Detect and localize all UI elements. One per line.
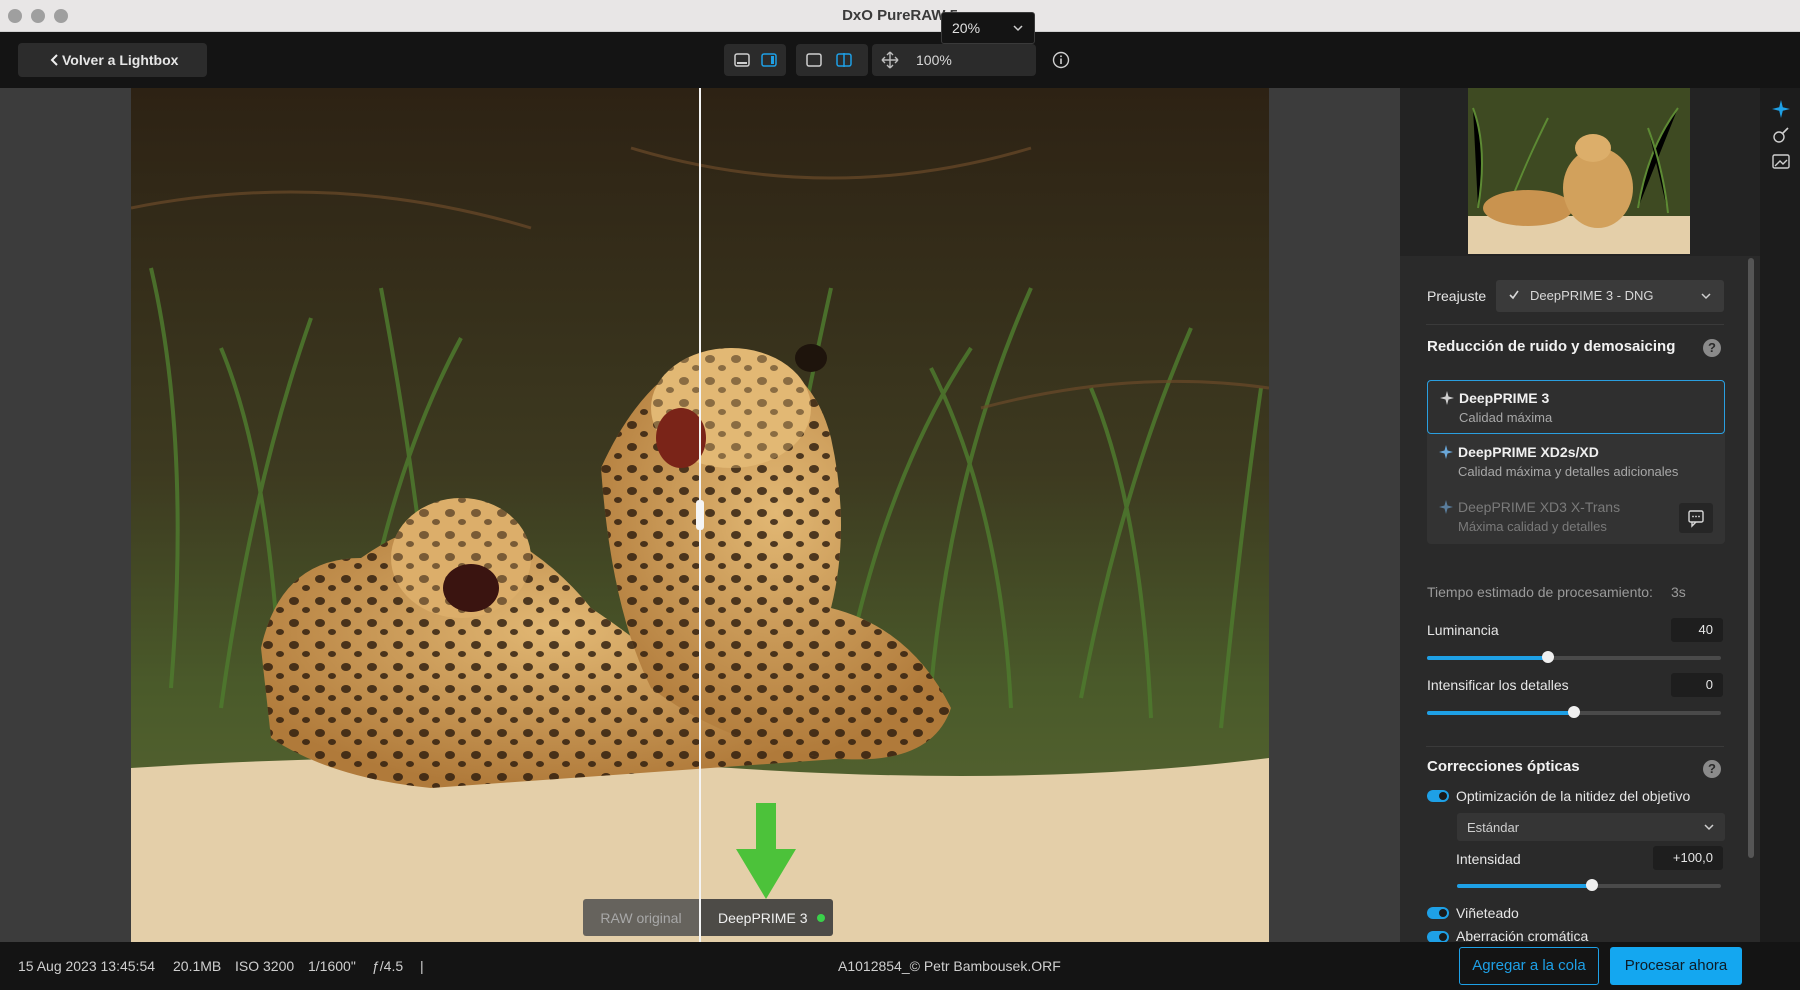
toolbar: Volver a Lightbox 100% bbox=[0, 32, 1800, 88]
intensity-label: Intensidad bbox=[1456, 851, 1521, 867]
deepprime-tag: DeepPRIME 3 bbox=[701, 899, 833, 936]
option-name: DeepPRIME 3 bbox=[1459, 390, 1550, 406]
status-separator: | bbox=[420, 958, 424, 974]
slider-fill bbox=[1427, 711, 1574, 715]
message-icon bbox=[1688, 510, 1704, 528]
preset-select[interactable]: DeepPRIME 3 - DNG bbox=[1496, 280, 1724, 312]
chromatic-toggle[interactable] bbox=[1427, 931, 1449, 942]
chevron-down-icon bbox=[1013, 25, 1023, 32]
lens-correction-icon[interactable] bbox=[1770, 124, 1792, 146]
sharpness-label: Optimización de la nitidez del objetivo bbox=[1456, 788, 1691, 804]
time-value: 3s bbox=[1671, 584, 1686, 600]
file-name: A1012854_© Petr Bambousek.ORF bbox=[838, 958, 1061, 974]
divider bbox=[1426, 324, 1724, 325]
zoom-100-button[interactable]: 100% bbox=[916, 52, 952, 68]
back-label: Volver a Lightbox bbox=[62, 52, 179, 68]
chromatic-label: Aberración cromática bbox=[1456, 928, 1589, 942]
divider bbox=[1426, 746, 1724, 747]
side-panel-icon[interactable] bbox=[759, 50, 779, 70]
chevron-down-icon bbox=[1704, 824, 1714, 831]
sparkle-icon bbox=[1439, 500, 1453, 514]
feedback-button[interactable] bbox=[1679, 503, 1713, 533]
compare-tags: RAW original DeepPRIME 3 bbox=[583, 899, 833, 936]
clip-region: Aberración cromática bbox=[1420, 928, 1746, 942]
aperture: ƒ/4.5 bbox=[372, 958, 404, 974]
details-input[interactable]: 0 bbox=[1671, 673, 1723, 697]
help-icon[interactable]: ? bbox=[1703, 339, 1721, 357]
optical-section-title: Correcciones ópticas bbox=[1427, 758, 1580, 775]
split-handle[interactable] bbox=[696, 500, 704, 530]
panel-scrollbar[interactable] bbox=[1748, 258, 1754, 858]
process-now-button[interactable]: Procesar ahora bbox=[1610, 947, 1742, 985]
luminance-slider[interactable] bbox=[1427, 651, 1721, 663]
preset-label: Preajuste bbox=[1427, 288, 1487, 304]
image-export-icon[interactable] bbox=[1770, 150, 1792, 172]
intensity-input[interactable]: +100,0 bbox=[1653, 846, 1723, 870]
move-icon[interactable] bbox=[880, 50, 900, 70]
raw-original-tag: RAW original bbox=[583, 899, 699, 936]
sharpness-mode-value: Estándar bbox=[1467, 820, 1520, 835]
zoom-value: 20% bbox=[952, 20, 981, 36]
zoom-select[interactable]: 20% bbox=[941, 12, 1035, 44]
details-slider[interactable] bbox=[1427, 706, 1721, 718]
slider-knob[interactable] bbox=[1568, 706, 1580, 718]
sparkle-icon bbox=[1439, 445, 1453, 459]
help-icon[interactable]: ? bbox=[1703, 760, 1721, 778]
deepprime-tag-label: DeepPRIME 3 bbox=[718, 909, 808, 926]
check-icon bbox=[1509, 290, 1519, 300]
option-deepprime-3[interactable]: DeepPRIME 3 Calidad máxima bbox=[1427, 380, 1725, 434]
sharpness-toggle[interactable] bbox=[1427, 790, 1449, 802]
layout-toggle-group bbox=[724, 44, 786, 76]
vignetting-label: Viñeteado bbox=[1456, 905, 1519, 921]
capture-date: 15 Aug 2023 13:45:54 bbox=[18, 958, 156, 974]
chevron-down-icon bbox=[1701, 293, 1711, 300]
window-title: DxO PureRAW 5 bbox=[842, 7, 958, 24]
back-to-lightbox-button[interactable]: Volver a Lightbox bbox=[18, 43, 207, 77]
slider-knob[interactable] bbox=[1541, 651, 1554, 663]
option-name: DeepPRIME XD2s/XD bbox=[1458, 444, 1599, 460]
zoom-group: 100% bbox=[872, 44, 1036, 76]
luminance-label: Luminancia bbox=[1427, 622, 1499, 638]
sparkle-icon bbox=[1440, 391, 1454, 405]
time-label: Tiempo estimado de procesamiento: bbox=[1427, 584, 1653, 600]
side-iconbar bbox=[1760, 88, 1800, 942]
preset-value: DeepPRIME 3 - DNG bbox=[1530, 288, 1654, 303]
option-desc: Calidad máxima bbox=[1459, 410, 1553, 425]
intensity-slider[interactable] bbox=[1457, 879, 1721, 891]
file-size: 20.1MB bbox=[173, 958, 222, 974]
sharpness-mode-select[interactable]: Estándar bbox=[1457, 813, 1725, 841]
ai-denoise-icon[interactable] bbox=[1770, 98, 1792, 120]
add-to-queue-button[interactable]: Agregar a la cola bbox=[1459, 947, 1599, 985]
luminance-input[interactable]: 40 bbox=[1671, 618, 1723, 642]
option-desc: Máxima calidad y detalles bbox=[1458, 519, 1607, 534]
single-view-icon[interactable] bbox=[732, 50, 752, 70]
full-view-icon[interactable] bbox=[804, 50, 824, 70]
slider-fill bbox=[1457, 884, 1592, 888]
shutter-speed: 1/1600" bbox=[308, 958, 356, 974]
navigator-thumbnail[interactable] bbox=[1468, 88, 1690, 254]
slider-fill bbox=[1427, 656, 1548, 660]
slider-knob[interactable] bbox=[1585, 879, 1598, 891]
option-deepprime-xd2s[interactable]: DeepPRIME XD2s/XD Calidad máxima y detal… bbox=[1427, 435, 1725, 489]
compare-toggle-group bbox=[796, 44, 868, 76]
thumbnail-area bbox=[1400, 88, 1760, 256]
split-view-icon[interactable] bbox=[834, 50, 854, 70]
noise-section-title: Reducción de ruido y demosaicing bbox=[1427, 338, 1676, 355]
iso-value: ISO 3200 bbox=[235, 958, 295, 974]
details-label: Intensificar los detalles bbox=[1427, 677, 1569, 693]
info-icon[interactable] bbox=[1052, 51, 1070, 69]
arrow-down-icon bbox=[736, 803, 796, 899]
status-dot bbox=[817, 913, 826, 922]
option-desc: Calidad máxima y detalles adicionales bbox=[1458, 464, 1679, 479]
option-name: DeepPRIME XD3 X-Trans bbox=[1458, 499, 1621, 515]
vignetting-toggle[interactable] bbox=[1427, 907, 1449, 919]
chevron-left-icon bbox=[50, 54, 58, 66]
title-bar: DxO PureRAW 5 bbox=[0, 0, 1800, 32]
